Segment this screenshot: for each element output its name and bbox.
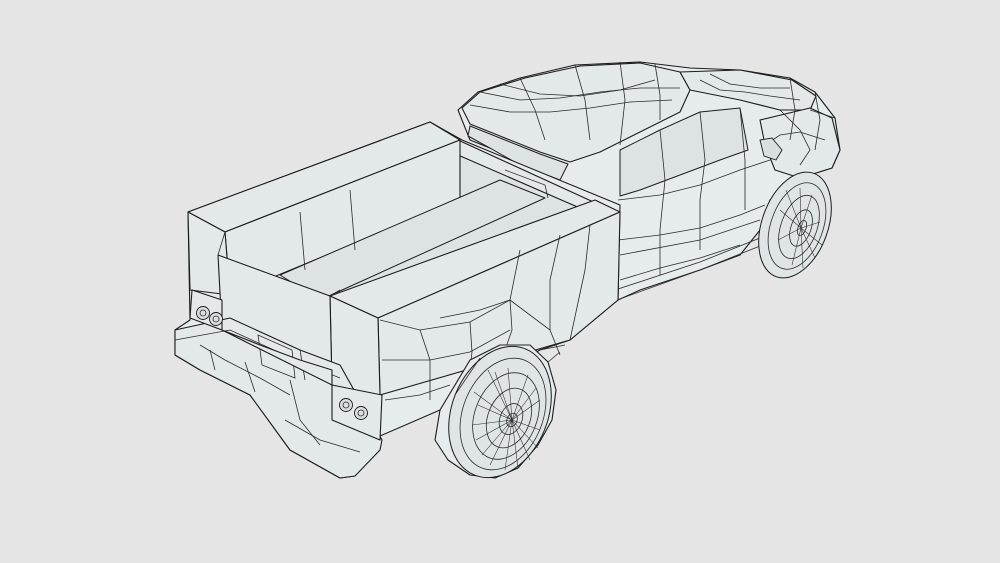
- 3d-viewport: [0, 0, 1000, 563]
- truck-wireframe-render: [174, 61, 841, 479]
